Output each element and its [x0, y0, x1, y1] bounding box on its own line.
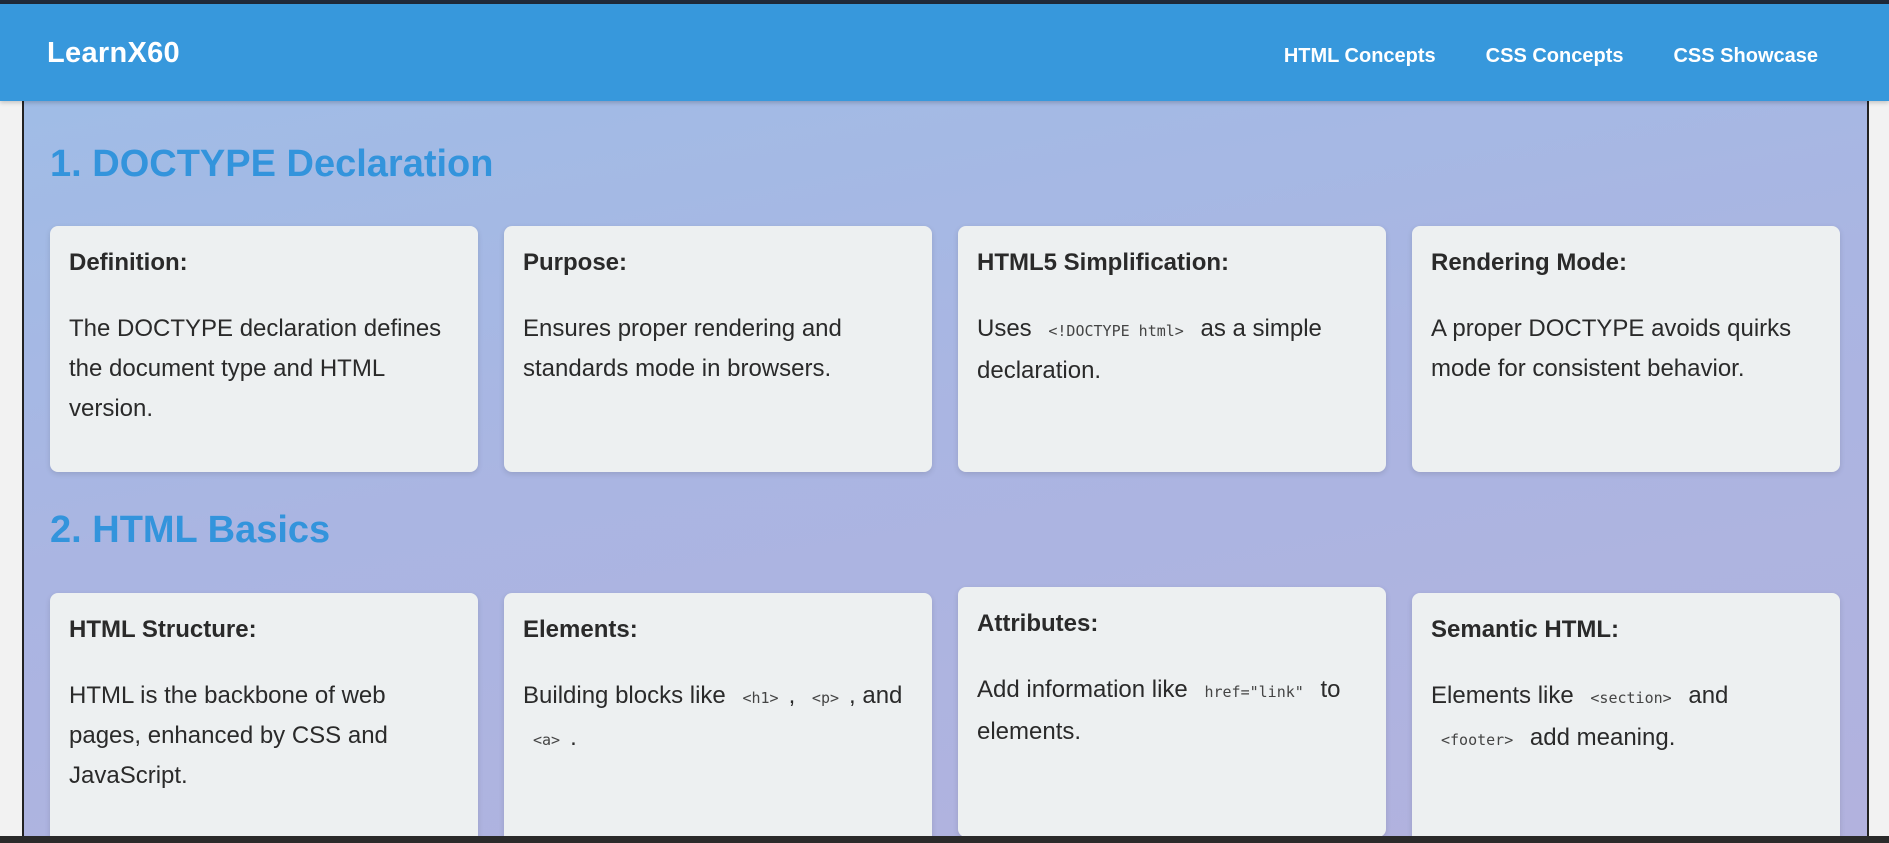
content-area: 1. DOCTYPE Declaration Definition: The D…	[22, 101, 1869, 836]
card-text: HTML is the backbone of web pages, enhan…	[69, 682, 388, 789]
text-fragment: .	[570, 724, 577, 751]
text-fragment: and	[1688, 682, 1729, 709]
text-fragment: ,	[788, 682, 796, 709]
card-text: Building blocks like <h1>, <p> , and <a>.	[523, 676, 913, 760]
card-heading: Semantic HTML:	[1431, 616, 1620, 643]
text-fragment: , and	[849, 682, 903, 709]
card-text: A proper DOCTYPE avoids quirks mode for …	[1431, 315, 1792, 382]
site-header: LearnX60 HTML Concepts CSS Concepts CSS …	[0, 4, 1889, 101]
section-title-html-basics: 2. HTML Basics	[50, 509, 331, 551]
card-heading: Attributes:	[977, 610, 1099, 637]
card-definition: Definition: The DOCTYPE declaration defi…	[50, 226, 478, 472]
text-fragment: Add information like	[977, 676, 1188, 703]
card-text: The DOCTYPE declaration defines the docu…	[69, 315, 442, 422]
code-snippet: <h1>	[742, 689, 779, 707]
main-nav: HTML Concepts CSS Concepts CSS Showcase	[1284, 45, 1818, 68]
text-fragment: Uses	[977, 315, 1032, 342]
text-fragment: Elements like	[1431, 682, 1574, 709]
card-heading: Definition:	[69, 249, 188, 276]
code-snippet: href="link"	[1204, 683, 1304, 701]
card-heading: Elements:	[523, 616, 638, 643]
card-text: Ensures proper rendering and standards m…	[523, 315, 842, 382]
code-snippet: <section>	[1590, 689, 1672, 707]
card-purpose: Purpose: Ensures proper rendering and st…	[504, 226, 932, 472]
card-text: Uses <!DOCTYPE html> as a simple declara…	[977, 309, 1367, 391]
card-attributes: Attributes: Add information like href="l…	[958, 587, 1386, 836]
text-fragment: Building blocks like	[523, 682, 726, 709]
code-snippet: <p>	[811, 689, 840, 707]
site-logo[interactable]: LearnX60	[47, 37, 180, 70]
nav-link-html-concepts[interactable]: HTML Concepts	[1284, 45, 1436, 68]
code-snippet: <footer>	[1441, 731, 1514, 749]
text-fragment: add meaning.	[1529, 724, 1676, 751]
code-snippet: <a>	[533, 731, 561, 749]
card-text: Add information like href="link" to elem…	[977, 670, 1367, 752]
card-heading: HTML Structure:	[69, 616, 257, 643]
card-semantic-html: Semantic HTML: Elements like <section> a…	[1412, 593, 1840, 836]
card-rendering-mode: Rendering Mode: A proper DOCTYPE avoids …	[1412, 226, 1840, 472]
card-elements: Elements: Building blocks like <h1>, <p>…	[504, 593, 932, 836]
nav-link-css-concepts[interactable]: CSS Concepts	[1486, 45, 1624, 68]
nav-link-css-showcase[interactable]: CSS Showcase	[1673, 45, 1818, 68]
window-bottom-edge	[0, 836, 1889, 843]
card-heading: HTML5 Simplification:	[977, 249, 1229, 276]
card-html-structure: HTML Structure: HTML is the backbone of …	[50, 593, 478, 836]
card-text: Elements like <section> and <footer> add…	[1431, 676, 1821, 760]
card-heading: Purpose:	[523, 249, 628, 276]
card-heading: Rendering Mode:	[1431, 249, 1627, 276]
section-title-doctype: 1. DOCTYPE Declaration	[50, 143, 494, 185]
code-snippet: <!DOCTYPE html>	[1048, 322, 1184, 340]
card-html5-simplification: HTML5 Simplification: Uses <!DOCTYPE htm…	[958, 226, 1386, 472]
